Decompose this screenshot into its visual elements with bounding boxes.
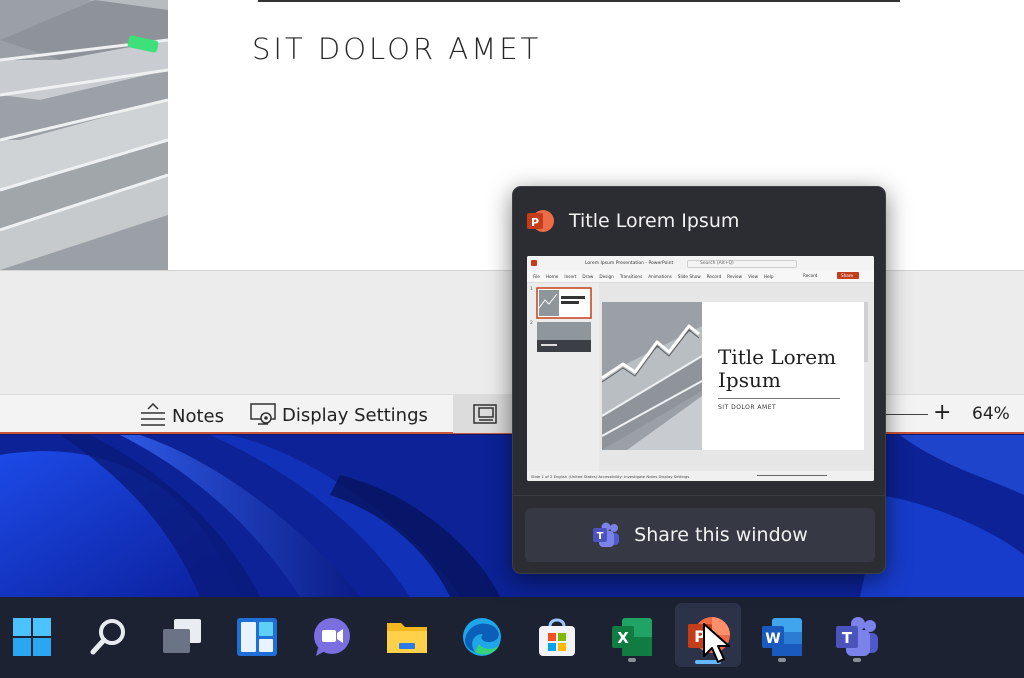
excel-running-indicator (628, 658, 636, 662)
preview-slide-title: Title Lorem Ipsum (718, 345, 837, 392)
taskbar-start[interactable] (4, 609, 60, 665)
taskbar-widgets[interactable] (229, 609, 285, 665)
preview-doc-name: Lorem Ipsum Presentation - PowerPoint (585, 261, 674, 266)
taskbar-edge[interactable] (454, 609, 510, 665)
preview-slide-subtitle: SIT DOLOR AMET (718, 404, 777, 411)
share-this-window-button[interactable]: T Share this window (525, 508, 875, 562)
zoom-slider[interactable] (886, 414, 928, 415)
windows-start-icon (13, 618, 51, 656)
preview-status-bar: Slide 1 of 2 English (United States) Acc… (531, 474, 690, 479)
chat-icon (314, 618, 350, 656)
taskbar-task-view[interactable] (154, 609, 210, 665)
preview-tab: Design (599, 274, 614, 279)
taskbar: X P W T (0, 597, 1024, 678)
share-this-window-label: Share this window (634, 524, 808, 546)
taskbar-teams[interactable]: T (829, 609, 885, 665)
taskbar-thumbnail-flyout[interactable]: P Title Lorem Ipsum Lorem Ipsum Presenta… (512, 186, 886, 574)
word-icon: W (762, 618, 802, 656)
window-preview[interactable]: Lorem Ipsum Presentation - PowerPoint Se… (527, 256, 874, 481)
display-settings-label: Display Settings (282, 404, 428, 426)
preview-tab: Transitions (619, 274, 643, 279)
widgets-icon (237, 618, 277, 656)
flyout-header[interactable]: P Title Lorem Ipsum (525, 207, 739, 235)
slide-subtitle[interactable]: SIT DOLOR AMET (252, 32, 541, 66)
word-letter: W (765, 631, 780, 647)
display-settings-button[interactable]: Display Settings (250, 403, 428, 427)
notes-label: Notes (172, 405, 224, 427)
preview-slide-rule (718, 398, 840, 399)
flyout-window-title: Title Lorem Ipsum (569, 210, 740, 232)
excel-icon: X (612, 618, 652, 656)
preview-tab: Draw (582, 274, 594, 279)
preview-record-button: Record (803, 273, 818, 278)
preview-tab: Insert (564, 274, 577, 279)
preview-share-button: Share (841, 273, 854, 278)
taskbar-chat[interactable] (304, 609, 360, 665)
normal-view-button[interactable] (453, 395, 515, 433)
preview-tab: Review (727, 274, 743, 279)
teams-letter: T (842, 629, 853, 647)
slide-divider (258, 0, 900, 2)
taskbar-word[interactable]: W (754, 609, 810, 665)
task-view-icon (163, 619, 201, 653)
preview-ribbon-tabs: File Home Insert Draw Design Transitions… (533, 274, 774, 279)
edge-icon (463, 618, 501, 656)
normal-view-icon (473, 404, 497, 424)
file-explorer-icon (387, 623, 427, 653)
preview-slide-number: 1 (530, 287, 533, 292)
teams-share-icon: T (593, 522, 620, 547)
powerpoint-small-icon: P (527, 210, 554, 232)
search-icon (90, 619, 125, 655)
preview-tab: Home (546, 274, 559, 279)
stairs-photo (0, 0, 168, 270)
teams-share-letter: T (597, 531, 604, 542)
taskbar-file-explorer[interactable] (379, 609, 435, 665)
zoom-in-button[interactable]: + (933, 400, 951, 425)
excel-letter: X (617, 629, 629, 647)
teams-icon: T (836, 617, 878, 656)
mouse-cursor-icon (703, 623, 730, 663)
display-settings-icon (250, 403, 276, 425)
preview-tab: Animations (648, 274, 672, 279)
preview-tab: Slide Show (677, 274, 701, 279)
teams-running-indicator (853, 658, 861, 662)
preview-tab: Record (706, 274, 722, 279)
preview-slide-number: 2 (530, 321, 533, 326)
preview-tab: Help (764, 274, 774, 279)
taskbar-store[interactable] (529, 609, 585, 665)
preview-tab: File (533, 274, 541, 279)
taskbar-excel[interactable]: X (604, 609, 660, 665)
store-icon (539, 618, 575, 656)
word-running-indicator (778, 658, 786, 662)
zoom-level[interactable]: 64% (972, 404, 1010, 424)
powerpoint-small-letter: P (531, 216, 539, 229)
preview-search-box: Search (Alt+Q) (687, 260, 797, 268)
taskbar-search[interactable] (80, 609, 136, 665)
flyout-divider (513, 495, 885, 496)
notes-icon (141, 403, 165, 426)
preview-tab: View (748, 274, 758, 279)
notes-button[interactable]: Notes (140, 403, 224, 429)
